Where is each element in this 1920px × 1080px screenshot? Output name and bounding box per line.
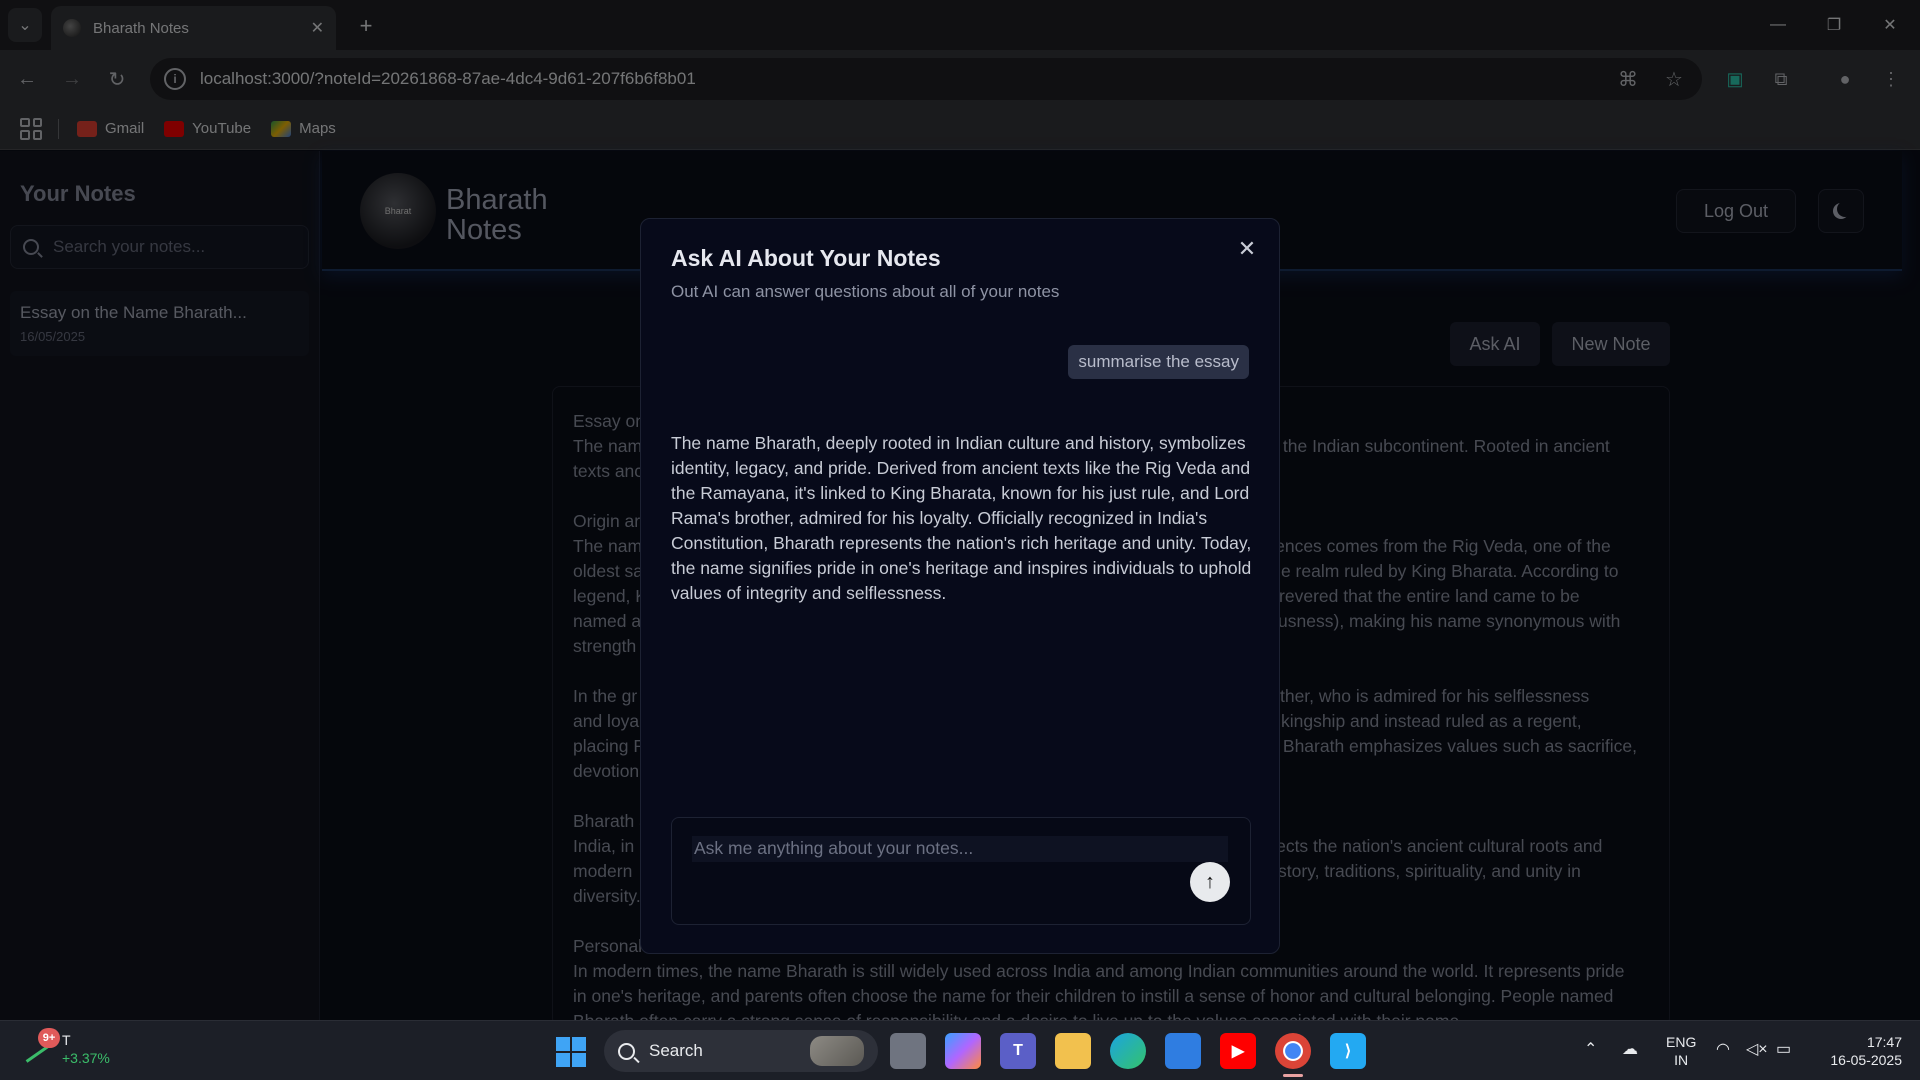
windows-start-icon[interactable] [556,1037,586,1067]
microsoft-store-icon[interactable] [1165,1033,1201,1069]
teams-icon[interactable]: T [1000,1033,1036,1069]
vscode-icon[interactable]: ⟩ [1330,1033,1366,1069]
close-dialog-icon[interactable]: ✕ [1235,236,1259,261]
onedrive-icon[interactable]: ☁ [1622,1039,1638,1059]
dialog-subtitle: Out AI can answer questions about all of… [671,282,1060,301]
ask-ai-dialog: ✕ Ask AI About Your Notes Out AI can ans… [640,218,1280,954]
ai-response: The name Bharath, deeply rooted in India… [671,433,1252,603]
copilot-icon[interactable] [945,1033,981,1069]
chrome-icon[interactable] [1275,1033,1311,1077]
battery-icon[interactable]: ▭ [1776,1039,1791,1059]
system-clock[interactable]: 17:47 16-05-2025 [1816,1033,1902,1069]
volume-muted-icon[interactable]: ◁× [1746,1039,1768,1059]
taskbar-search-label: Search [649,1041,703,1060]
user-message: summarise the essay [1068,345,1249,379]
ask-ai-input[interactable] [692,836,1228,862]
arrow-up-icon: ↑ [1205,870,1215,893]
wifi-icon[interactable]: ◠ [1716,1039,1730,1059]
lang-line-2: IN [1674,1052,1689,1068]
clock-time: 17:47 [1866,1034,1902,1050]
stock-symbol: T [62,1032,71,1048]
lang-line-1: ENG [1666,1034,1697,1050]
language-indicator[interactable]: ENG IN [1666,1033,1696,1069]
chevron-up-icon[interactable]: ⌃ [1584,1039,1597,1059]
search-highlight-image [810,1036,864,1066]
ask-input-container: ↑ [671,817,1251,925]
stock-chart-icon: 9+ [24,1028,60,1064]
taskbar-search[interactable]: Search [604,1030,878,1072]
clock-date: 16-05-2025 [1830,1052,1902,1068]
youtube-app-icon[interactable]: ▶ [1220,1033,1256,1069]
edge-icon[interactable] [1110,1033,1146,1069]
send-button[interactable]: ↑ [1190,862,1230,902]
task-view-icon[interactable] [890,1033,926,1069]
search-icon [618,1042,635,1060]
notification-badge: 9+ [38,1028,60,1048]
stock-widget[interactable]: 9+ T +3.37% [24,1028,110,1067]
windows-taskbar: 9+ T +3.37% Search T ▶ ⟩ ⌃ ☁ ENG IN ◠ ◁×… [0,1020,1920,1080]
stock-change: +3.37% [62,1050,110,1066]
file-explorer-icon[interactable] [1055,1033,1091,1069]
dialog-title: Ask AI About Your Notes [671,245,941,271]
